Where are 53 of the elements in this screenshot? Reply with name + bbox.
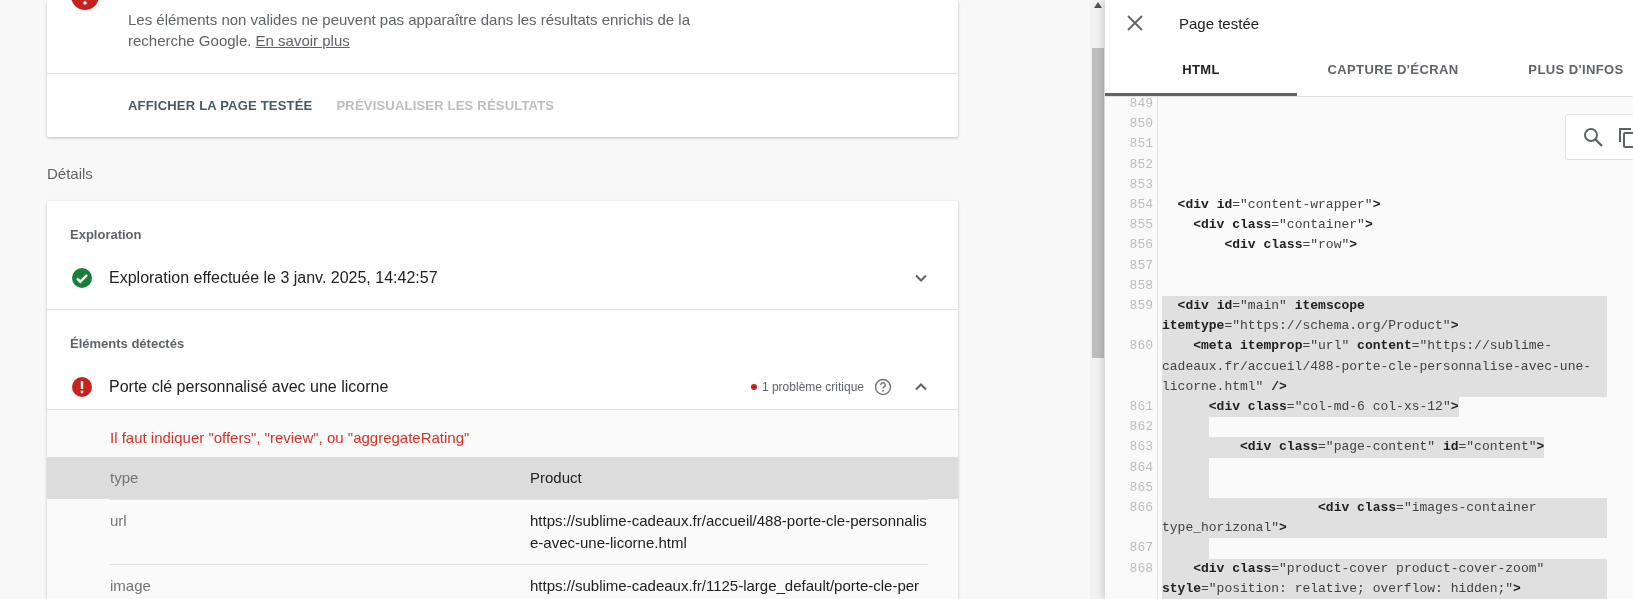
tab[interactable]: PLUS D'INFOS (1489, 46, 1633, 96)
property-value: Product (530, 468, 583, 488)
line-number: 860 (1105, 336, 1158, 398)
line-number: 850 (1105, 114, 1158, 135)
issue-count: 1 problème critique (761, 380, 864, 394)
section-title: Exploration (70, 226, 143, 244)
property-name: image (110, 576, 152, 596)
line-number: 864 (1105, 457, 1158, 478)
line-number: 865 (1105, 477, 1158, 499)
line-number: 857 (1105, 255, 1158, 276)
code-line: <div class="row"> (1223, 236, 1358, 255)
panel-title: Page testée (1179, 14, 1260, 32)
line-number: 866 (1105, 498, 1158, 539)
line-number: 858 (1105, 275, 1158, 297)
error-message: Il faut indiquer "offers", "review", ou "aggregateRating" (109, 428, 471, 448)
line-number: 861 (1105, 397, 1158, 418)
text-button[interactable]: AFFICHER LA PAGE TESTÉE (118, 90, 323, 121)
expandable-row[interactable]: Porte clé personnalisé avec une licorne 1 problème critique (47, 365, 958, 409)
code-line: <div id="content-wrapper"> (1176, 196, 1381, 214)
help-icon[interactable] (874, 378, 892, 396)
status-dot (750, 384, 757, 390)
section-heading: Détails (47, 164, 94, 184)
expandable-row[interactable]: Exploration effectuée le 3 janv. 2025, 14:42:57 (47, 256, 958, 300)
error-icon (70, 375, 94, 399)
row-label: Exploration effectuée le 3 janv. 2025, 14:42:57 (109, 269, 439, 287)
line-number: 868 (1105, 558, 1158, 599)
property-value: https://sublime-cadeaux.fr/1125-large_default/porte-cle-per (530, 576, 921, 596)
copy-icon[interactable] (1616, 126, 1633, 148)
line-number: 854 (1105, 195, 1158, 216)
property-name: url (110, 511, 128, 531)
line-number: 859 (1105, 296, 1158, 337)
tab[interactable]: CAPTURE D'ÉCRAN (1297, 46, 1489, 96)
line-number: 856 (1105, 235, 1158, 256)
check-circle-icon (70, 266, 94, 290)
line-number: 851 (1105, 134, 1158, 155)
line-number: 849 (1105, 97, 1158, 115)
info-text: Les éléments non valides ne peuvent pas apparaître dans les résultats enrichis de la recherche Google. En savoir plus (128, 10, 691, 51)
section-title: Éléments détectés (70, 335, 186, 353)
line-number: 863 (1105, 437, 1158, 458)
close-icon[interactable] (1127, 15, 1143, 31)
scrollbar-thumb[interactable] (1091, 48, 1104, 358)
code-line: <div class="container"> (1192, 216, 1373, 235)
property-name: type (110, 468, 140, 488)
line-number: 867 (1105, 538, 1158, 559)
line-number: 862 (1105, 417, 1158, 438)
row-label: Porte clé personnalisé avec une licorne (109, 378, 390, 396)
learn-more-link[interactable]: En savoir plus (255, 32, 350, 49)
line-number: 855 (1105, 215, 1158, 236)
line-number: 853 (1105, 174, 1158, 195)
line-number: 852 (1105, 154, 1158, 175)
search-icon[interactable] (1582, 126, 1604, 148)
scroll-up-arrow-icon[interactable] (1093, 2, 1102, 8)
property-value: https://sublime-cadeaux.fr/accueil/488-porte-cle-personnalise-avec-une-licorne.html (530, 511, 928, 553)
